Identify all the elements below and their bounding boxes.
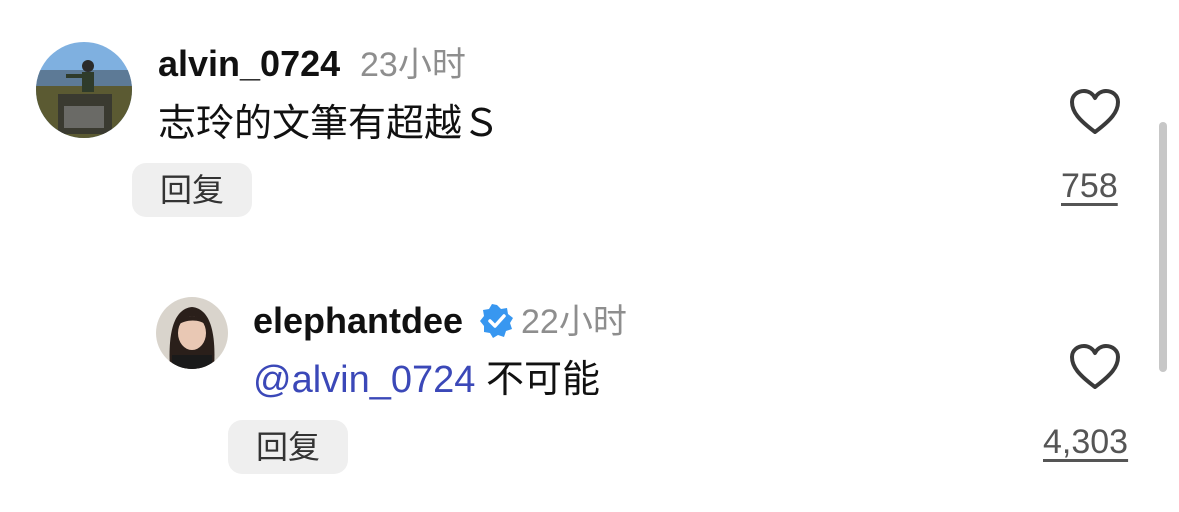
- comment-text: 志玲的文筆有超越Ｓ: [158, 103, 501, 145]
- reply-button[interactable]: 回复: [228, 420, 348, 474]
- comment-body: 不可能: [475, 359, 600, 401]
- like-count[interactable]: 4,303: [1043, 422, 1128, 462]
- comment-text: @alvin_0724 不可能: [253, 358, 600, 402]
- avatar[interactable]: [156, 297, 228, 369]
- avatar-image: [36, 42, 132, 138]
- comment-username[interactable]: elephantdee: [253, 301, 463, 341]
- heart-icon[interactable]: [1069, 88, 1121, 136]
- scrollbar[interactable]: [1159, 122, 1167, 372]
- avatar[interactable]: [36, 42, 132, 138]
- comment-timestamp: 22小时: [521, 303, 627, 341]
- heart-icon[interactable]: [1069, 343, 1121, 391]
- verified-badge-icon: [480, 304, 513, 338]
- mention-link[interactable]: @alvin_0724: [253, 359, 475, 401]
- comment-timestamp: 23小时: [360, 46, 466, 84]
- reply-button[interactable]: 回复: [132, 163, 252, 217]
- comment-username[interactable]: alvin_0724: [158, 44, 340, 84]
- avatar-image: [156, 297, 228, 369]
- like-count[interactable]: 758: [1061, 166, 1118, 206]
